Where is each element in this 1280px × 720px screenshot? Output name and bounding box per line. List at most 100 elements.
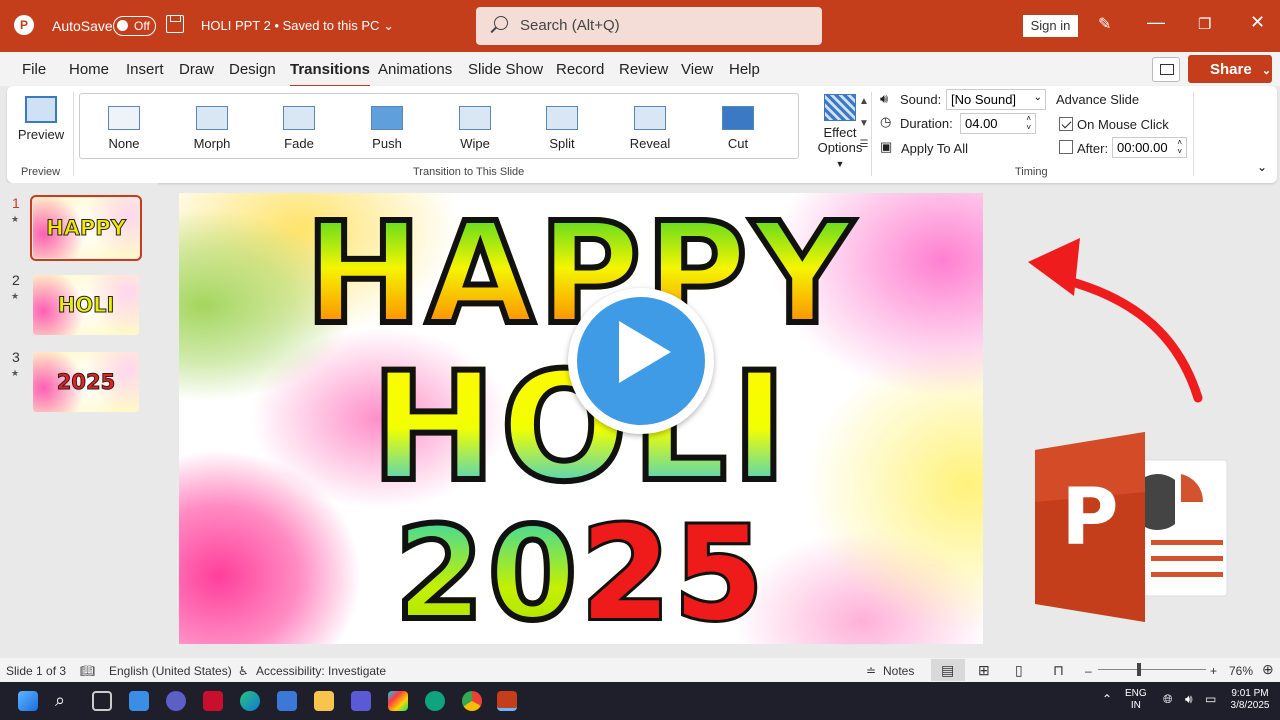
chrome-icon[interactable] <box>462 691 482 711</box>
store-icon[interactable] <box>277 691 297 711</box>
comments-icon[interactable] <box>1152 57 1180 82</box>
tab-animations[interactable]: Animations <box>378 61 452 78</box>
tab-slide-show[interactable]: Slide Show <box>468 61 543 78</box>
transition-fade[interactable]: Fade <box>259 106 339 151</box>
transition-split[interactable]: Split <box>522 106 602 151</box>
ribbon: Preview Preview None Morph Fade Push Wip… <box>7 86 1277 183</box>
spelling-icon[interactable]: 📖︎ <box>80 664 95 678</box>
slide-thumbnail-1[interactable]: HAPPY <box>30 195 142 261</box>
battery-icon[interactable]: ▭ <box>1205 693 1216 705</box>
autosave-label: AutoSave <box>52 18 113 34</box>
zoom-out-icon[interactable]: – <box>1085 664 1092 678</box>
save-icon[interactable] <box>166 15 184 33</box>
transition-wipe[interactable]: Wipe <box>435 106 515 151</box>
task-view-icon[interactable] <box>92 691 112 711</box>
transition-group-label: Transition to This Slide <box>413 166 525 178</box>
after-input[interactable]: 00:00.00 ˄ ˅ <box>1112 137 1187 158</box>
search-box[interactable]: Search (Alt+Q) <box>476 7 822 45</box>
volume-icon[interactable]: 🔊︎ <box>1185 693 1193 705</box>
file-explorer-icon[interactable] <box>314 691 334 711</box>
sign-in-button[interactable]: Sign in <box>1023 15 1078 37</box>
slide-canvas[interactable]: HAPPY HOLI 2025 <box>179 193 983 644</box>
tab-transitions[interactable]: Transitions <box>290 61 371 88</box>
edge-icon[interactable] <box>240 691 260 711</box>
document-title[interactable]: HOLI PPT 2 • Saved to this PC ⌄ <box>201 18 394 34</box>
tab-design[interactable]: Design <box>229 61 276 78</box>
app-icon[interactable] <box>351 691 371 711</box>
minimize-icon[interactable]: — <box>1147 12 1165 33</box>
transition-star-icon: ★ <box>11 368 20 378</box>
zoom-in-icon[interactable]: + <box>1210 664 1217 678</box>
designer-pen-icon[interactable]: ✎ <box>1098 14 1111 34</box>
tab-home[interactable]: Home <box>69 61 109 78</box>
tab-help[interactable]: Help <box>729 61 760 78</box>
spinner-icon[interactable]: ˄ ˅ <box>1177 138 1182 156</box>
tab-file[interactable]: File <box>22 61 46 78</box>
clock[interactable]: 9:01 PM 3/8/2025 <box>1227 688 1273 712</box>
normal-view-icon[interactable]: ▤ <box>941 662 954 679</box>
transition-push[interactable]: Push <box>347 106 427 151</box>
split-transition-icon <box>546 106 578 130</box>
apply-to-all-button[interactable]: Apply To All <box>901 141 968 156</box>
zoom-slider[interactable] <box>1098 669 1206 670</box>
accessibility-status[interactable]: Accessibility: Investigate <box>256 664 386 678</box>
windows-start-icon[interactable] <box>18 691 38 711</box>
duration-label: Duration: <box>900 116 953 131</box>
language-status[interactable]: English (United States) <box>109 664 232 678</box>
widgets-icon[interactable] <box>129 691 149 711</box>
transition-reveal[interactable]: Reveal <box>610 106 690 151</box>
maximize-icon[interactable]: ❐ <box>1198 15 1211 33</box>
chevron-down-icon: ⌄ <box>1033 92 1042 103</box>
mcafee-icon[interactable] <box>203 691 223 711</box>
network-icon[interactable]: 🌐︎ <box>1163 693 1173 705</box>
chatgpt-icon[interactable] <box>425 691 445 711</box>
notes-button[interactable]: Notes <box>883 664 914 678</box>
sound-select[interactable]: [No Sound] ⌄ <box>946 89 1046 110</box>
zoom-level[interactable]: 76% <box>1229 664 1253 678</box>
duration-input[interactable]: 04.00 ˄ ˅ <box>960 113 1036 134</box>
transition-cut[interactable]: Cut <box>698 106 778 151</box>
chevron-up-icon[interactable]: ⌃ <box>1102 693 1112 705</box>
slide-thumbnail-2[interactable]: HOLI <box>33 275 139 335</box>
on-mouse-click-checkbox[interactable] <box>1059 117 1073 131</box>
video-play-button[interactable] <box>568 288 714 434</box>
zoom-slider-thumb[interactable] <box>1137 663 1141 676</box>
slide-show-icon[interactable]: ⊓ <box>1053 662 1064 679</box>
share-label: Share <box>1210 61 1252 78</box>
push-transition-icon <box>371 106 403 130</box>
search-icon <box>494 16 508 30</box>
fit-to-window-icon[interactable]: ⊕ <box>1262 661 1274 678</box>
teams-icon[interactable] <box>166 691 186 711</box>
tab-record[interactable]: Record <box>556 61 604 78</box>
spinner-icon[interactable]: ˄ ˅ <box>1026 114 1031 132</box>
language-indicator[interactable]: ENG IN <box>1125 688 1147 712</box>
notes-icon: ≐ <box>866 664 877 678</box>
timing-group-label: Timing <box>1015 166 1048 178</box>
search-placeholder: Search (Alt+Q) <box>520 17 620 34</box>
collapse-ribbon-icon[interactable]: ⌄ <box>1257 160 1267 174</box>
reading-view-icon[interactable]: ▯ <box>1015 662 1023 679</box>
transition-none[interactable]: None <box>84 106 164 151</box>
tab-insert[interactable]: Insert <box>126 61 164 78</box>
share-button[interactable]: Share ⌄ <box>1188 55 1272 83</box>
powerpoint-taskbar-icon[interactable] <box>497 691 517 711</box>
tab-review[interactable]: Review <box>619 61 668 78</box>
search-icon[interactable]: ⌕ <box>55 691 75 711</box>
tab-view[interactable]: View <box>681 61 713 78</box>
effect-options-button[interactable]: Effect Options ▼ <box>815 94 865 170</box>
slide-sorter-icon[interactable]: ⊞ <box>978 662 990 679</box>
effect-options-label-1: Effect <box>823 125 857 140</box>
autosave-toggle[interactable]: Off <box>113 16 156 36</box>
preview-button[interactable]: Preview <box>17 96 65 142</box>
transition-morph[interactable]: Morph <box>172 106 252 151</box>
autosave-state: Off <box>134 19 150 33</box>
slide-thumbnail-3[interactable]: 2025 <box>33 352 139 412</box>
after-label: After: <box>1077 141 1109 156</box>
tab-draw[interactable]: Draw <box>179 61 214 78</box>
after-checkbox[interactable] <box>1059 140 1073 154</box>
slide-number-1: 1 <box>12 195 20 211</box>
transition-star-icon: ★ <box>11 214 20 224</box>
preview-icon <box>25 96 57 123</box>
play-store-icon[interactable] <box>388 691 408 711</box>
close-icon[interactable]: ✕ <box>1250 12 1265 33</box>
